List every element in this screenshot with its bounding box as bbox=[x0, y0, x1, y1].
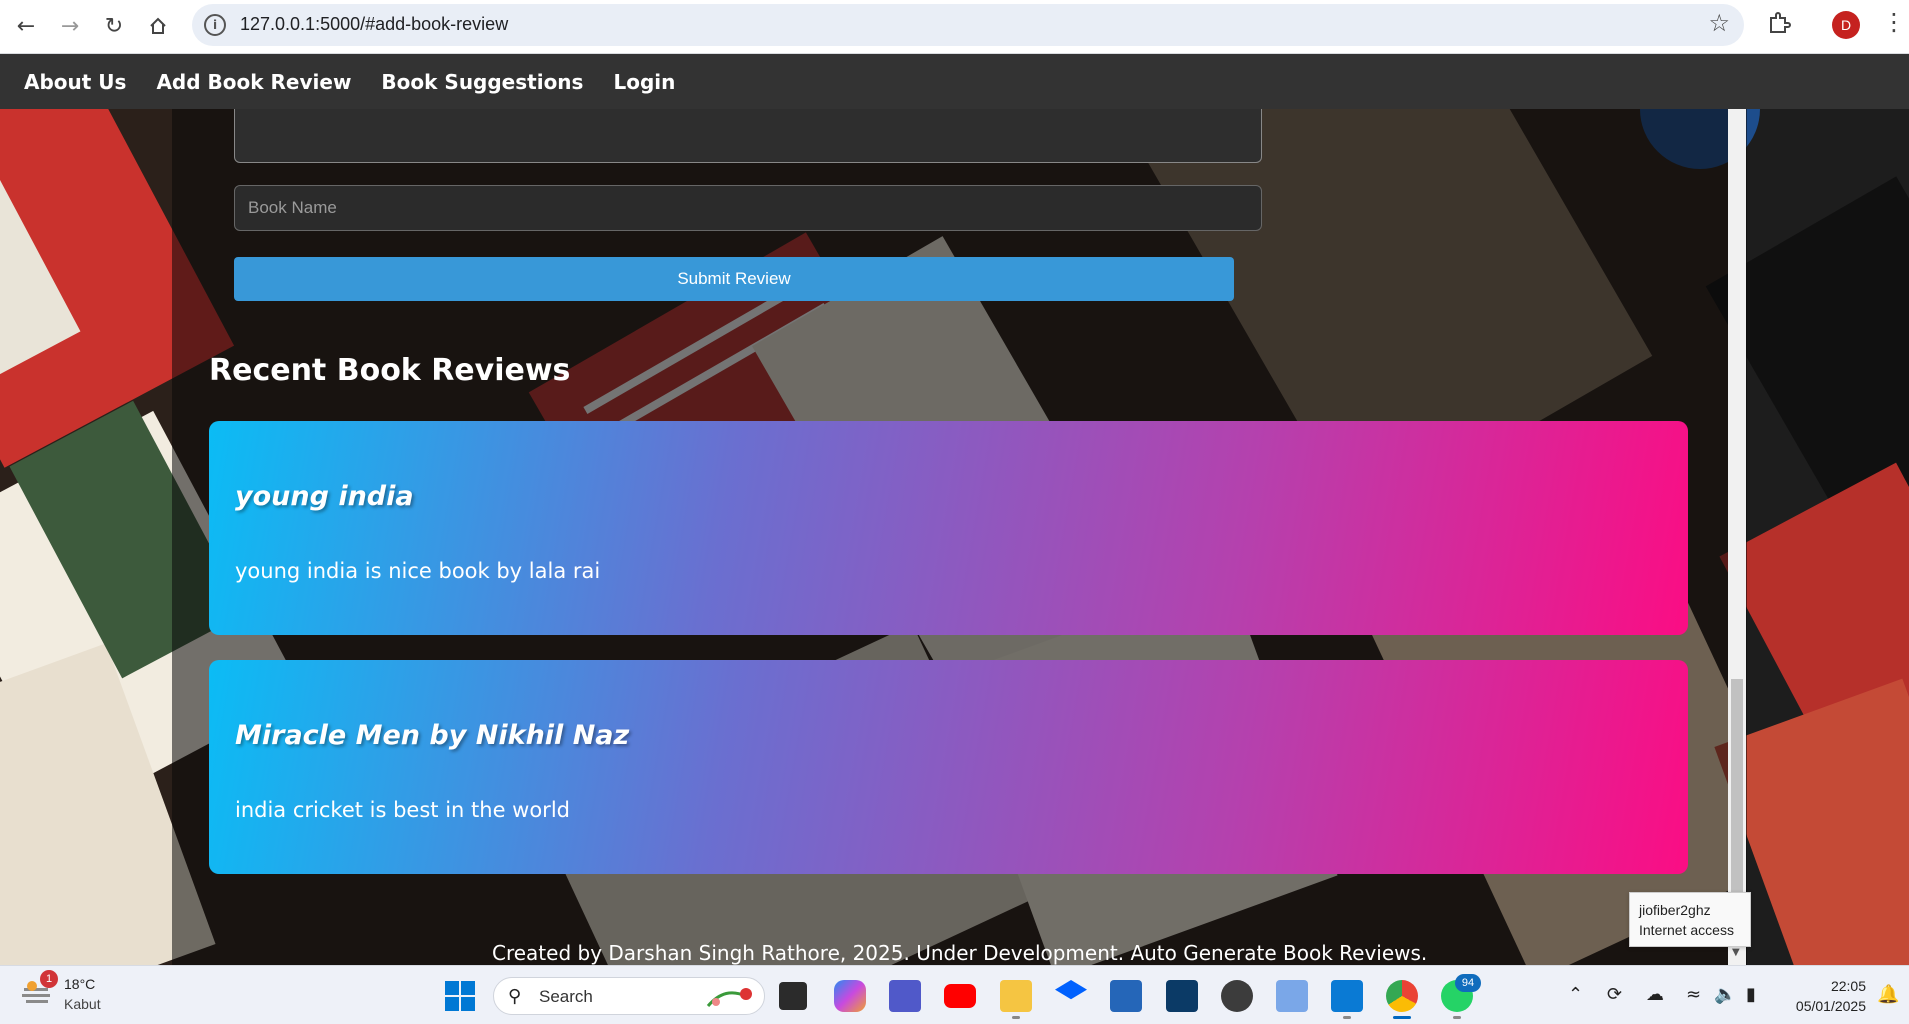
dropbox-icon[interactable] bbox=[1055, 980, 1087, 1000]
nav-about-us[interactable]: About Us bbox=[24, 70, 126, 94]
scroll-down-arrow-icon[interactable]: ▼ bbox=[1732, 947, 1740, 958]
forward-icon[interactable]: → bbox=[52, 8, 88, 44]
site-navbar: About Us Add Book Review Book Suggestion… bbox=[0, 54, 1909, 109]
clock-date: 05/01/2025 bbox=[1795, 998, 1866, 1014]
taskbar: 1 18°C Kabut ⚲ Search 94 ⌃ ⟳ ☁ ≈ 🔈 ▮ 22:… bbox=[0, 965, 1909, 1024]
nav-login[interactable]: Login bbox=[613, 70, 675, 94]
page-viewport: Submit Review Recent Book Reviews young … bbox=[0, 109, 1909, 965]
scrollbar-thumb[interactable] bbox=[1731, 679, 1743, 901]
profile-avatar[interactable]: D bbox=[1832, 11, 1860, 39]
search-icon: ⚲ bbox=[508, 986, 522, 1007]
address-bar[interactable]: i 127.0.0.1:5000/#add-book-review ☆ bbox=[192, 4, 1744, 46]
search-label: Search bbox=[539, 987, 593, 1006]
notification-bell-icon[interactable]: 🔔 bbox=[1877, 984, 1899, 1005]
review-card: Miracle Men by Nikhil Naz india cricket … bbox=[209, 660, 1688, 874]
weather-condition: Kabut bbox=[64, 996, 101, 1012]
teams-icon[interactable] bbox=[889, 980, 921, 1012]
page-scrollbar[interactable]: ▼ bbox=[1728, 109, 1746, 965]
search-highlight-art-icon bbox=[706, 988, 752, 1007]
review-textarea[interactable] bbox=[234, 109, 1262, 163]
review-text: india cricket is best in the world bbox=[235, 798, 570, 822]
site-info-icon[interactable]: i bbox=[204, 14, 226, 36]
submit-review-button[interactable]: Submit Review bbox=[234, 257, 1234, 301]
task-view-icon[interactable] bbox=[779, 982, 807, 1010]
review-title: young india bbox=[235, 481, 414, 512]
cloud-icon[interactable]: ☁ bbox=[1646, 984, 1664, 1005]
nav-add-book-review[interactable]: Add Book Review bbox=[156, 70, 351, 94]
browser-toolbar: ← → ↻ i 127.0.0.1:5000/#add-book-review … bbox=[0, 0, 1909, 54]
clock-time: 22:05 bbox=[1830, 978, 1866, 994]
nav-book-suggestions[interactable]: Book Suggestions bbox=[381, 70, 583, 94]
url-text[interactable]: 127.0.0.1:5000/#add-book-review bbox=[240, 14, 508, 35]
battery-icon[interactable]: ▮ bbox=[1746, 984, 1756, 1005]
chrome-icon[interactable] bbox=[1386, 980, 1418, 1012]
microsoft-store-icon[interactable] bbox=[1110, 980, 1142, 1012]
taskbar-search[interactable]: ⚲ Search bbox=[493, 977, 765, 1015]
running-indicator bbox=[1453, 1016, 1461, 1019]
recent-reviews-heading: Recent Book Reviews bbox=[209, 353, 571, 388]
app-icon[interactable] bbox=[1166, 980, 1198, 1012]
review-title: Miracle Men by Nikhil Naz bbox=[235, 720, 630, 751]
copilot-icon[interactable] bbox=[834, 980, 866, 1012]
running-indicator bbox=[1343, 1016, 1351, 1019]
weather-alert-badge: 1 bbox=[40, 970, 58, 988]
chevron-up-icon[interactable]: ⌃ bbox=[1568, 984, 1583, 1005]
windows-start-icon[interactable] bbox=[445, 981, 475, 1011]
review-card: young india young india is nice book by … bbox=[209, 421, 1688, 635]
wordpress-icon[interactable] bbox=[1221, 980, 1253, 1012]
vscode-icon[interactable] bbox=[1331, 980, 1363, 1012]
review-text: young india is nice book by lala rai bbox=[235, 559, 601, 583]
whatsapp-badge: 94 bbox=[1455, 974, 1481, 992]
app-icon[interactable] bbox=[1276, 980, 1308, 1012]
youtube-icon[interactable] bbox=[944, 984, 976, 1008]
bookmark-star-icon[interactable]: ☆ bbox=[1708, 9, 1730, 37]
network-tooltip: jiofiber2ghz Internet access bbox=[1629, 892, 1751, 947]
tooltip-network-status: Internet access bbox=[1639, 922, 1734, 938]
tooltip-network-name: jiofiber2ghz bbox=[1639, 902, 1711, 918]
running-indicator bbox=[1012, 1016, 1020, 1019]
back-icon[interactable]: ← bbox=[8, 8, 44, 44]
reload-icon[interactable]: ↻ bbox=[96, 8, 132, 44]
volume-icon[interactable]: 🔈 bbox=[1714, 984, 1736, 1005]
wifi-icon[interactable]: ≈ bbox=[1686, 984, 1701, 1005]
footer-credit: Created by Darshan Singh Rathore, 2025. … bbox=[492, 941, 1428, 965]
weather-temperature: 18°C bbox=[64, 976, 96, 992]
system-clock[interactable]: 22:05 05/01/2025 bbox=[1778, 976, 1866, 1016]
menu-kebab-icon[interactable]: ⋮ bbox=[1882, 10, 1906, 34]
active-app-indicator bbox=[1393, 1016, 1411, 1019]
extensions-icon[interactable] bbox=[1766, 10, 1792, 36]
sync-icon[interactable]: ⟳ bbox=[1607, 984, 1622, 1005]
home-icon[interactable] bbox=[140, 8, 176, 44]
file-explorer-icon[interactable] bbox=[1000, 980, 1032, 1012]
book-name-input[interactable] bbox=[234, 185, 1262, 231]
